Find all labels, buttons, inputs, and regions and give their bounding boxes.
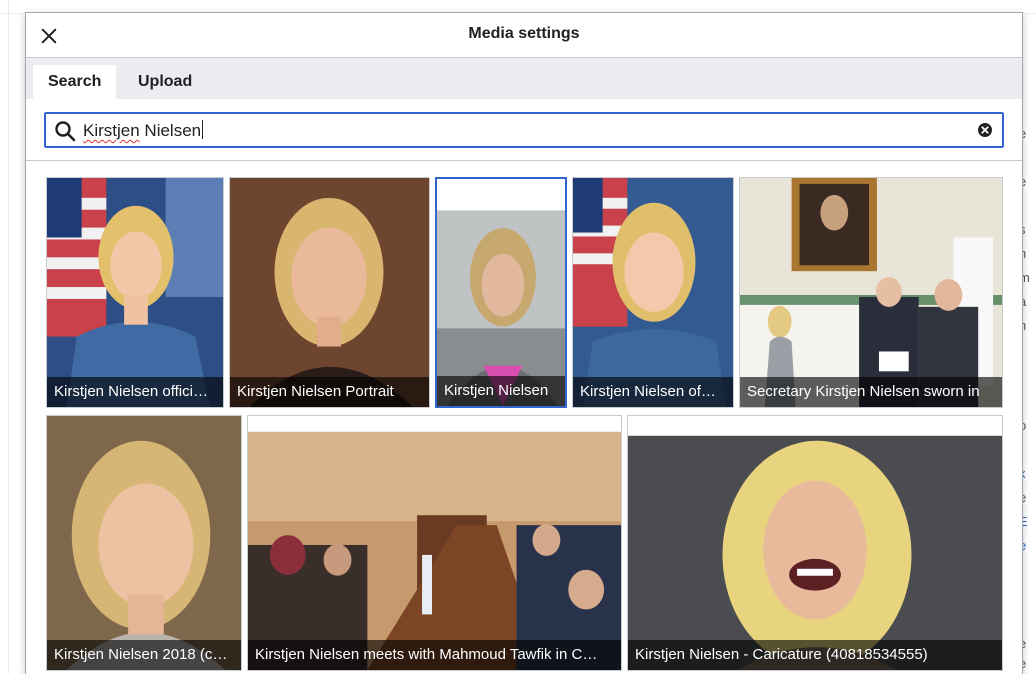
result-thumbnail (740, 178, 1002, 407)
search-icon (55, 121, 76, 142)
result-thumbnail (437, 179, 565, 406)
clear-icon[interactable] (978, 123, 992, 137)
tab-search[interactable]: Search (33, 65, 116, 99)
result-tile[interactable]: Kirstjen Nielsen 2018 (c… (46, 415, 242, 671)
result-caption: Kirstjen Nielsen meets with Mahmoud Tawf… (248, 640, 621, 670)
result-caption: Kirstjen Nielsen of… (573, 377, 733, 407)
result-tile[interactable]: Secretary Kirstjen Nielsen sworn in (739, 177, 1003, 408)
result-caption: Secretary Kirstjen Nielsen sworn in (740, 377, 1002, 407)
result-caption: Kirstjen Nielsen (437, 376, 565, 406)
result-thumbnail (248, 416, 621, 670)
result-thumbnail (573, 178, 733, 407)
result-caption: Kirstjen Nielsen Portrait (230, 377, 429, 407)
background-left-border (8, 0, 9, 674)
result-tile[interactable]: Kirstjen Nielsen offici… (46, 177, 224, 408)
tab-bar: Search Upload (26, 58, 1022, 99)
search-area: Kirstjen Nielsen (26, 99, 1022, 161)
dialog-title: Media settings (468, 25, 580, 42)
result-tile[interactable]: Kirstjen Nielsen - Caricature (408185345… (627, 415, 1003, 671)
result-tile[interactable]: Kirstjen Nielsen Portrait (229, 177, 430, 408)
dialog-header: Media settings (26, 13, 1022, 58)
search-query-rest: Nielsen (139, 121, 202, 140)
result-thumbnail (230, 178, 429, 407)
tab-upload[interactable]: Upload (123, 65, 207, 99)
search-results-grid: Kirstjen Nielsen offici… Kirstjen Nielse… (26, 162, 1022, 674)
result-tile-selected[interactable]: Kirstjen Nielsen (435, 177, 567, 408)
result-caption: Kirstjen Nielsen - Caricature (408185345… (628, 640, 1002, 670)
media-settings-dialog: Media settings Search Upload Kirstjen Ni… (25, 12, 1023, 674)
result-caption: Kirstjen Nielsen 2018 (c… (47, 640, 241, 670)
text-caret (202, 120, 204, 139)
result-thumbnail (47, 416, 241, 670)
search-input[interactable]: Kirstjen Nielsen (44, 112, 1004, 148)
search-query-misspelled: Kirstjen (83, 121, 140, 140)
result-thumbnail (628, 416, 1002, 670)
search-query: Kirstjen Nielsen (83, 120, 204, 141)
result-caption: Kirstjen Nielsen offici… (47, 377, 223, 407)
result-tile[interactable]: Kirstjen Nielsen of… (572, 177, 734, 408)
result-tile[interactable]: Kirstjen Nielsen meets with Mahmoud Tawf… (247, 415, 622, 671)
result-thumbnail (47, 178, 223, 407)
